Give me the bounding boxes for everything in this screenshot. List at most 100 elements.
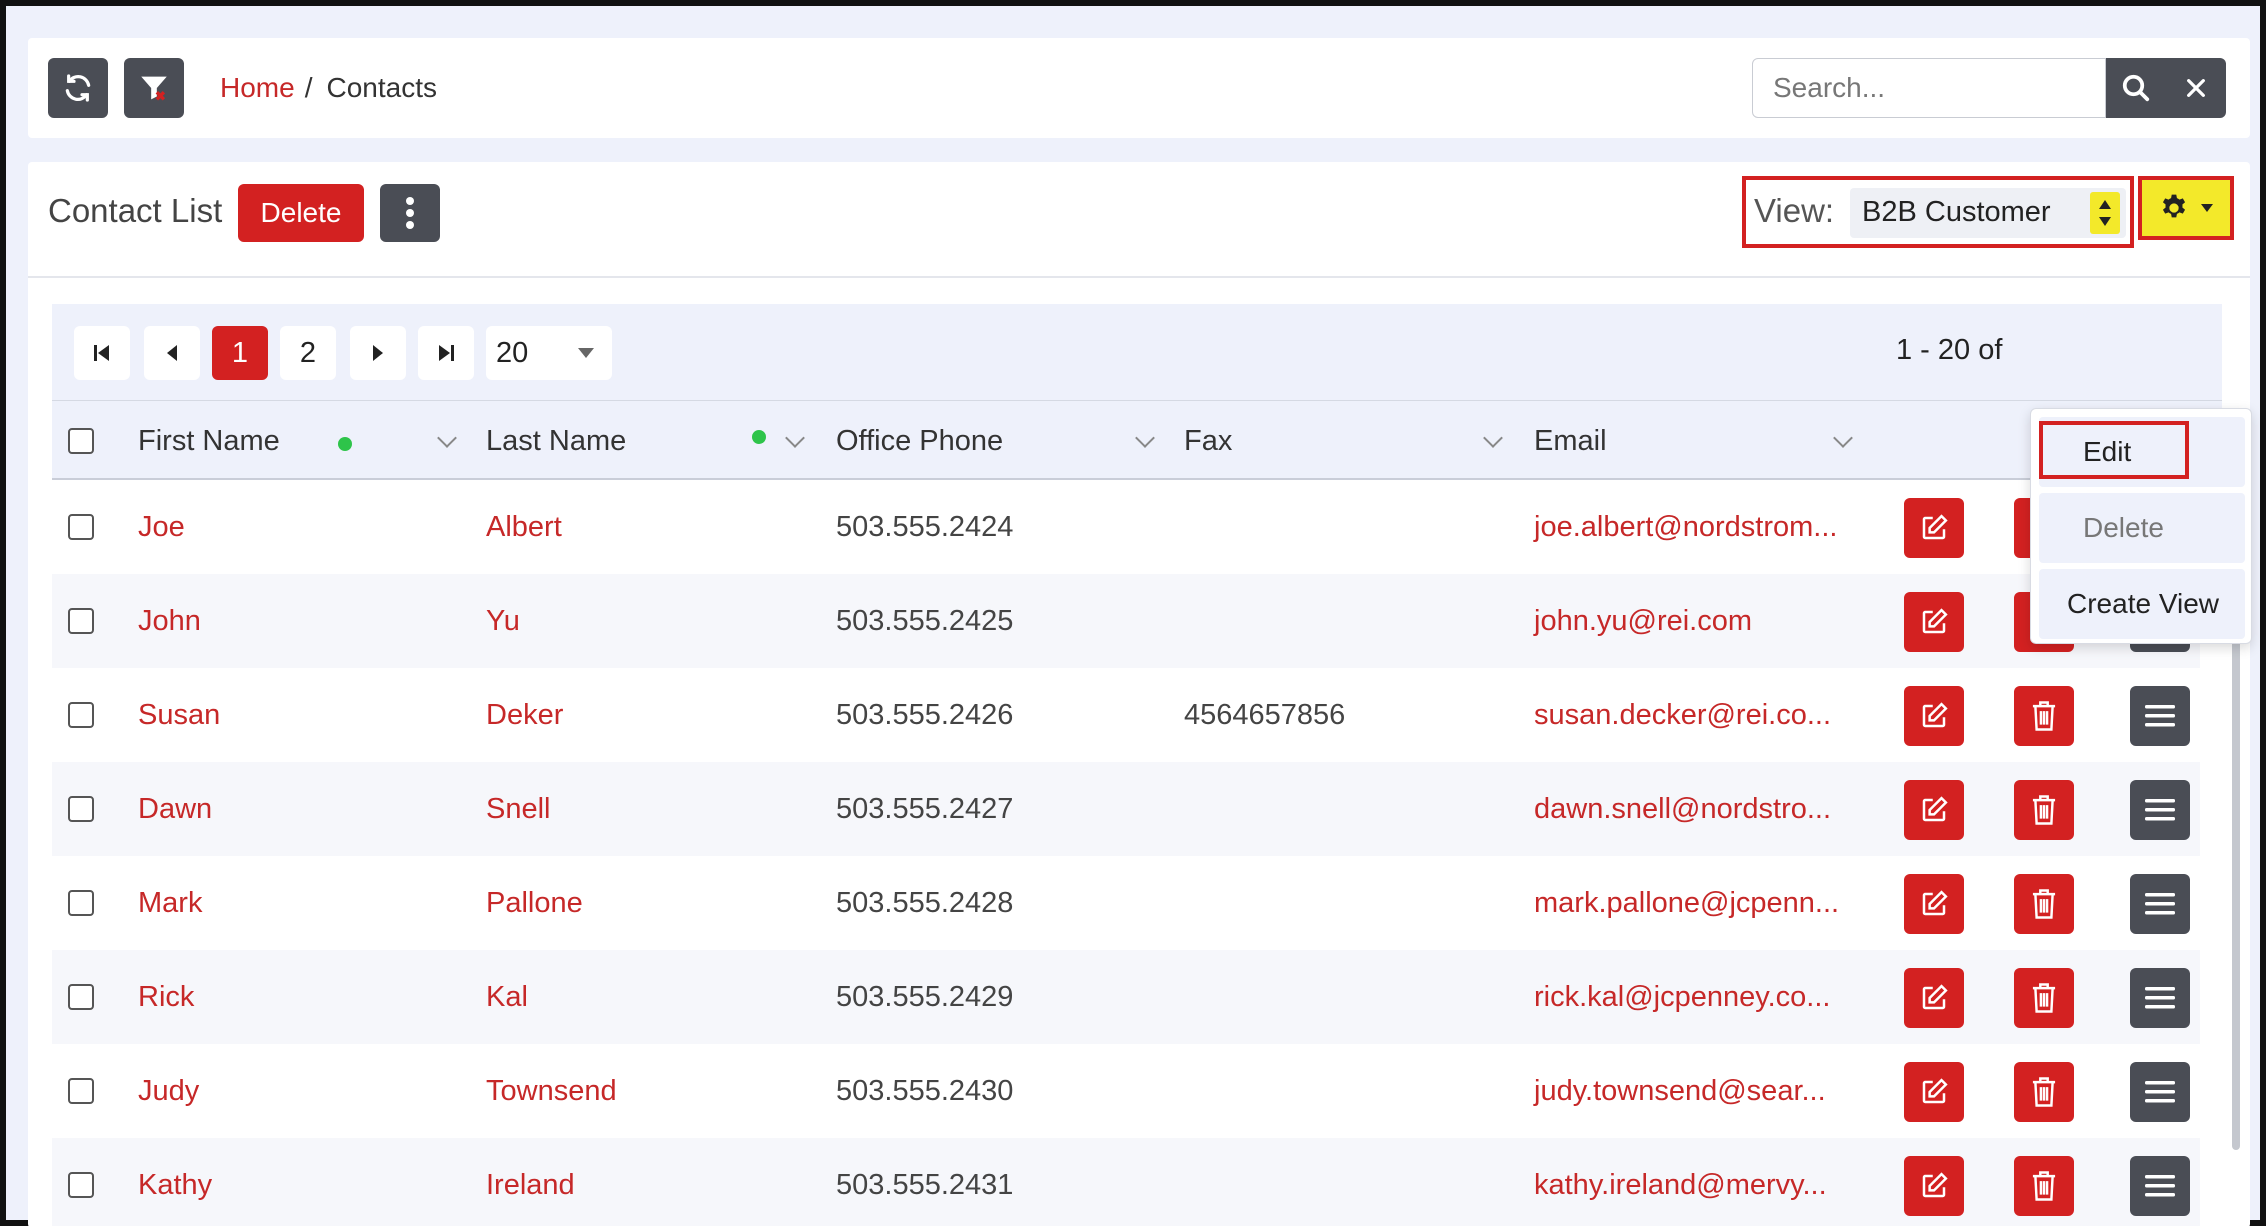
last-name-link[interactable]: Deker (486, 668, 563, 762)
first-text: John (138, 604, 201, 637)
row-checkbox[interactable] (68, 514, 94, 540)
panel-header: Contact List Delete View: B2B Customer (28, 162, 2250, 278)
view-settings-button[interactable] (2138, 176, 2234, 240)
delete-row-button[interactable] (2014, 1062, 2074, 1122)
menu-item-delete[interactable]: Delete (2039, 493, 2245, 563)
page-button-2[interactable]: 2 (280, 326, 336, 380)
email-link[interactable]: mark.pallone@jcpenn... (1534, 856, 1839, 950)
last-text: Yu (486, 604, 520, 637)
row-checkbox[interactable] (68, 1172, 94, 1198)
delete-button[interactable]: Delete (238, 184, 364, 242)
email-link[interactable]: joe.albert@nordstrom... (1534, 480, 1837, 574)
chevron-down-icon[interactable] (1483, 428, 1503, 448)
email-link[interactable]: susan.decker@rei.co... (1534, 668, 1831, 762)
select-all-checkbox[interactable] (68, 428, 94, 454)
email-link[interactable]: john.yu@rei.com (1534, 574, 1752, 668)
last-name-link[interactable]: Kal (486, 950, 528, 1044)
last-name-link[interactable]: Ireland (486, 1138, 575, 1226)
edit-row-button[interactable] (1904, 498, 1964, 558)
menu-item-create-view[interactable]: Create View (2039, 569, 2245, 639)
column-header-fax[interactable]: Fax (1184, 401, 1232, 481)
row-menu-button[interactable] (2130, 968, 2190, 1028)
row-checkbox[interactable] (68, 796, 94, 822)
view-settings-menu: Edit Delete Create View (2030, 408, 2252, 644)
email-link[interactable]: kathy.ireland@mervy... (1534, 1138, 1827, 1226)
delete-row-button[interactable] (2014, 874, 2074, 934)
column-header-first-name[interactable]: First Name (138, 401, 280, 481)
edit-row-button[interactable] (1904, 874, 1964, 934)
email-link[interactable]: dawn.snell@nordstro... (1534, 762, 1831, 856)
edit-row-button[interactable] (1904, 780, 1964, 840)
breadcrumb-current: Contacts (326, 72, 437, 103)
search-button[interactable] (2106, 58, 2166, 118)
row-checkbox[interactable] (68, 890, 94, 916)
email-link[interactable]: judy.townsend@sear... (1534, 1044, 1826, 1138)
prev-page-button[interactable] (144, 326, 200, 380)
refresh-button[interactable] (48, 58, 108, 118)
more-options-button[interactable] (380, 184, 440, 242)
first-page-button[interactable] (74, 326, 130, 380)
page-title: Contact List (48, 192, 223, 229)
first-name-link[interactable]: Rick (138, 950, 194, 1044)
page-button-1[interactable]: 1 (212, 326, 268, 380)
row-menu-button[interactable] (2130, 780, 2190, 840)
edit-row-button[interactable] (1904, 1062, 1964, 1122)
chevron-down-icon[interactable] (1833, 428, 1853, 448)
last-page-button[interactable] (418, 326, 474, 380)
clear-search-button[interactable] (2166, 58, 2226, 118)
clear-filter-button[interactable] (124, 58, 184, 118)
office-phone-cell: 503.555.2430 (836, 1044, 1013, 1138)
row-menu-button[interactable] (2130, 686, 2190, 746)
last-text: Townsend (486, 1074, 617, 1107)
last-name-link[interactable]: Albert (486, 480, 562, 574)
table-row: Joe Albert 503.555.2424 joe.albert@nords… (52, 480, 2200, 574)
chevron-down-icon[interactable] (1135, 428, 1155, 448)
view-select[interactable]: B2B Customer (1850, 188, 2126, 238)
last-name-link[interactable]: Townsend (486, 1044, 617, 1138)
edit-row-button[interactable] (1904, 968, 1964, 1028)
row-checkbox[interactable] (68, 702, 94, 728)
row-checkbox[interactable] (68, 984, 94, 1010)
breadcrumb-home-link[interactable]: Home (220, 72, 295, 104)
row-menu-button[interactable] (2130, 874, 2190, 934)
menu-item-edit[interactable]: Edit (2039, 417, 2245, 487)
first-name-link[interactable]: Susan (138, 668, 220, 762)
last-name-link[interactable]: Snell (486, 762, 551, 856)
edit-icon (1922, 984, 1948, 1010)
last-text: Albert (486, 510, 562, 543)
first-name-link[interactable]: Mark (138, 856, 202, 950)
email-link[interactable]: rick.kal@jcpenney.co... (1534, 950, 1830, 1044)
first-name-link[interactable]: Kathy (138, 1138, 212, 1226)
delete-row-button[interactable] (2014, 780, 2074, 840)
breadcrumb: Home / Contacts (220, 38, 437, 138)
last-name-link[interactable]: Yu (486, 574, 520, 668)
edit-row-button[interactable] (1904, 1156, 1964, 1216)
email-text: rick.kal@jcpenney.co... (1534, 980, 1831, 1013)
row-menu-button[interactable] (2130, 1062, 2190, 1122)
page-size-select[interactable]: 20 (486, 326, 612, 380)
search-input[interactable] (1752, 58, 2106, 118)
first-name-link[interactable]: Judy (138, 1044, 199, 1138)
chevron-down-icon[interactable] (437, 428, 457, 448)
first-name-link[interactable]: Dawn (138, 762, 212, 856)
dropdown-arrow-icon (578, 348, 594, 358)
row-checkbox[interactable] (68, 1078, 94, 1104)
chevron-down-icon[interactable] (785, 428, 805, 448)
last-name-link[interactable]: Pallone (486, 856, 583, 950)
column-header-last-name[interactable]: Last Name (486, 401, 626, 481)
row-menu-button[interactable] (2130, 1156, 2190, 1216)
fax-cell: 4564657856 (1184, 668, 1345, 762)
delete-row-button[interactable] (2014, 686, 2074, 746)
delete-row-button[interactable] (2014, 968, 2074, 1028)
row-checkbox[interactable] (68, 608, 94, 634)
email-text: mark.pallone@jcpenn... (1534, 886, 1840, 919)
edit-row-button[interactable] (1904, 686, 1964, 746)
column-header-email[interactable]: Email (1534, 401, 1607, 481)
next-page-button[interactable] (350, 326, 406, 380)
first-name-link[interactable]: John (138, 574, 201, 668)
first-name-link[interactable]: Joe (138, 480, 185, 574)
column-header-office-phone[interactable]: Office Phone (836, 401, 1003, 481)
edit-row-button[interactable] (1904, 592, 1964, 652)
office-phone-cell: 503.555.2424 (836, 480, 1013, 574)
delete-row-button[interactable] (2014, 1156, 2074, 1216)
